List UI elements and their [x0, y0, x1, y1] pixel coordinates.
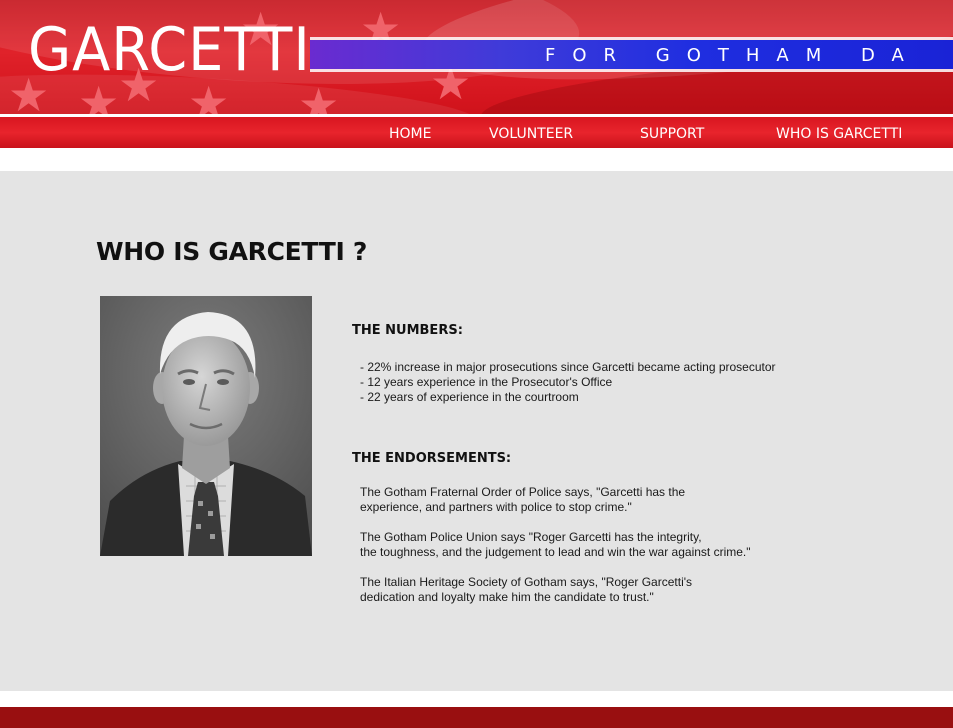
endorsement-text: experience, and partners with police to …: [360, 500, 632, 514]
endorsement-item: The Gotham Police Union says "Roger Garc…: [360, 530, 860, 560]
main-content: WHO IS GARCETTI ? THE NUMBERS: - 22% inc…: [0, 171, 953, 691]
numbers-heading: THE NUMBERS:: [352, 323, 463, 338]
numbers-list: - 22% increase in major prosecutions sin…: [360, 360, 776, 405]
endorsement-text: The Gotham Fraternal Order of Police say…: [360, 485, 686, 499]
page-title: WHO IS GARCETTI ?: [96, 237, 368, 266]
portrait-image: [100, 296, 312, 556]
nav-who-is-garcetti[interactable]: WHO IS GARCETTI: [776, 126, 902, 142]
endorsement-item: The Gotham Fraternal Order of Police say…: [360, 485, 860, 515]
footer-bar: [0, 707, 953, 728]
endorsement-text: the toughness, and the judgement to lead…: [360, 545, 751, 559]
endorsements-heading: THE ENDORSEMENTS:: [352, 451, 512, 466]
site-header: ★ ★ ★ ★ ★ ★ ★ ★ ★ ★ ★ FOR GOTHAM DA GARC…: [0, 0, 953, 148]
nav-volunteer[interactable]: VOLUNTEER: [489, 126, 573, 142]
main-nav: HOME VOLUNTEER SUPPORT WHO IS GARCETTI: [0, 117, 953, 148]
site-logo[interactable]: GARCETTI: [28, 20, 311, 80]
nav-support[interactable]: SUPPORT: [640, 126, 704, 142]
endorsements-list: The Gotham Fraternal Order of Police say…: [360, 485, 860, 620]
list-item: - 12 years experience in the Prosecutor'…: [360, 375, 613, 389]
endorsement-item: The Italian Heritage Society of Gotham s…: [360, 575, 860, 605]
nav-home[interactable]: HOME: [389, 126, 431, 142]
list-item: - 22 years of experience in the courtroo…: [360, 390, 579, 404]
tagline: FOR GOTHAM DA: [545, 45, 921, 66]
endorsement-text: The Gotham Police Union says "Roger Garc…: [360, 530, 702, 544]
endorsement-text: dedication and loyalty make him the cand…: [360, 590, 654, 604]
candidate-portrait: [100, 296, 312, 556]
list-item: - 22% increase in major prosecutions sin…: [360, 360, 776, 374]
endorsement-text: The Italian Heritage Society of Gotham s…: [360, 575, 693, 589]
